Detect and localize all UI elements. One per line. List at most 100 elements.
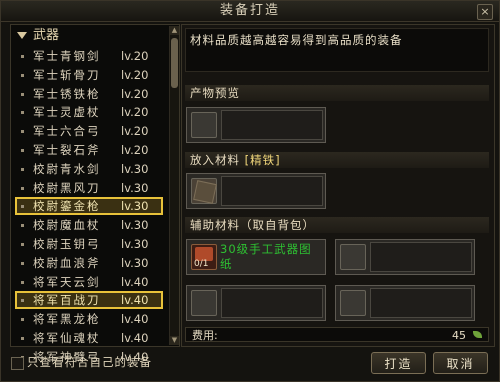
item-level: lv.30 <box>121 237 149 251</box>
list-item[interactable]: 将军仙魂杖 lv.40 <box>15 329 163 347</box>
bullet-icon <box>21 243 24 246</box>
item-level: lv.20 <box>121 67 149 82</box>
item-level: lv.40 <box>121 293 149 308</box>
list-item[interactable]: 校尉血浪斧 lv.30 <box>15 254 163 272</box>
item-name: 校尉青水剑 <box>33 161 101 176</box>
aux-slot-2[interactable] <box>335 239 475 275</box>
item-name: 军士青钢剑 <box>33 49 101 63</box>
item-level: lv.40 <box>121 331 149 345</box>
bullet-icon <box>21 149 24 152</box>
aux-item-count: 0/1 <box>194 259 209 269</box>
item-level: lv.30 <box>121 180 149 195</box>
list-item[interactable]: 校尉黑风刀 lv.30 <box>15 179 163 197</box>
aux-slot-3[interactable] <box>186 285 326 321</box>
filter-checkbox-label[interactable]: 只查看符合自己的装备 <box>27 354 152 370</box>
list-item[interactable]: 校尉青水剑 lv.30 <box>15 160 163 178</box>
craft-panel: 材料品质越高越容易得到高品质的装备 产物预览 放入材料 [精铁] 辅助材料（取自… <box>181 24 495 347</box>
item-name: 将军天云剑 <box>33 274 101 289</box>
scroll-up-icon[interactable]: ▲ <box>170 26 179 35</box>
scroll-down-icon[interactable]: ▼ <box>170 336 179 345</box>
item-name: 校尉玉钥弓 <box>33 237 101 251</box>
list-item[interactable]: 将军天云剑 lv.40 <box>15 273 163 291</box>
leaf-icon <box>473 331 482 338</box>
item-name: 军士裂石斧 <box>33 143 101 157</box>
material-slot[interactable] <box>186 173 326 209</box>
list-item[interactable]: 军士青钢剑 lv.20 <box>15 47 163 65</box>
input-material-label: 放入材料 <box>190 153 240 167</box>
close-icon[interactable]: × <box>477 4 493 20</box>
item-level: lv.20 <box>121 105 149 120</box>
equipment-list: 武器 军士青钢剑 lv.20 军士斩骨刀 lv.20 军士锈铁枪 lv.20 军士灵虚杖 lv… <box>10 24 180 364</box>
bullet-icon <box>21 280 24 284</box>
list-item[interactable]: 校尉玉钥弓 lv.30 <box>15 235 163 253</box>
bullet-icon <box>21 299 24 303</box>
iron-ore-icon <box>191 178 217 204</box>
filter-checkbox[interactable] <box>11 357 24 370</box>
cost-bar: 费用: 45 <box>185 327 489 342</box>
item-name: 军士锈铁枪 <box>33 86 101 101</box>
list-item[interactable]: 军士裂石斧 lv.20 <box>15 141 163 159</box>
list-item[interactable]: 校尉鎏金枪 lv.30 <box>15 197 163 216</box>
item-name: 校尉血浪斧 <box>33 255 101 270</box>
bullet-icon <box>21 261 24 265</box>
product-slot[interactable] <box>186 107 326 143</box>
cost-value: 45 <box>452 329 466 342</box>
item-level: lv.30 <box>121 161 149 176</box>
item-level: lv.40 <box>121 312 149 327</box>
item-level: lv.30 <box>121 199 149 214</box>
bullet-icon <box>21 186 24 190</box>
list-item[interactable]: 军士六合弓 lv.20 <box>15 122 163 140</box>
list-scrollbar[interactable]: ▲ ▼ <box>169 26 179 345</box>
cancel-button[interactable]: 取消 <box>433 352 488 374</box>
item-name: 军士斩骨刀 <box>33 67 101 82</box>
item-name: 校尉黑风刀 <box>33 180 101 195</box>
item-name: 将军百战刀 <box>33 293 101 308</box>
item-name: 将军黑龙枪 <box>33 312 101 327</box>
bullet-icon <box>21 111 24 115</box>
bullet-icon <box>21 73 24 77</box>
item-name: 将军仙魂杖 <box>33 331 101 345</box>
list-item[interactable]: 军士锈铁枪 lv.20 <box>15 85 163 103</box>
item-name: 军士灵虚杖 <box>33 105 101 120</box>
item-level: lv.30 <box>121 255 149 270</box>
aux-field-4 <box>370 288 472 318</box>
item-name: 校尉鎏金枪 <box>33 199 101 214</box>
aux-field-2 <box>370 242 472 272</box>
bullet-icon <box>21 224 24 228</box>
scroll-thumb[interactable] <box>171 38 178 88</box>
section-aux-material: 辅助材料（取自背包） <box>185 217 489 233</box>
description-text: 材料品质越高越容易得到高品质的装备 <box>185 28 489 72</box>
aux-slot-4[interactable] <box>335 285 475 321</box>
blueprint-scroll-icon: 0/1 <box>191 244 217 270</box>
crafting-window: 装备打造 × 武器 军士青钢剑 lv.20 军士斩骨刀 lv.20 军士锈铁枪 lv.20… <box>0 0 500 382</box>
list-item[interactable]: 将军黑龙枪 lv.40 <box>15 310 163 328</box>
section-input-material: 放入材料 [精铁] <box>185 152 489 168</box>
craft-button[interactable]: 打造 <box>371 352 426 374</box>
product-field <box>221 110 323 140</box>
section-product-preview: 产物预览 <box>185 85 489 101</box>
list-item[interactable]: 校尉魔血杖 lv.30 <box>15 216 163 234</box>
empty-slot-icon <box>340 290 366 316</box>
aux-slot-1[interactable]: 0/1 30级手工武器图纸 <box>186 239 326 275</box>
item-name: 军士六合弓 <box>33 124 101 139</box>
window-title: 装备打造 <box>1 1 499 22</box>
bullet-icon <box>21 55 24 58</box>
bullet-icon <box>21 92 24 96</box>
triangle-down-icon <box>17 32 27 39</box>
bullet-icon <box>21 318 24 322</box>
aux-field-3 <box>221 288 323 318</box>
item-level: lv.40 <box>121 274 149 289</box>
item-level: lv.20 <box>121 49 149 63</box>
list-item[interactable]: 军士灵虚杖 lv.20 <box>15 103 163 121</box>
list-item[interactable]: 军士斩骨刀 lv.20 <box>15 66 163 84</box>
item-level: lv.20 <box>121 143 149 157</box>
material-field <box>221 176 323 206</box>
empty-slot-icon <box>340 244 366 270</box>
category-label: 武器 <box>33 28 60 43</box>
category-weapon[interactable]: 武器 <box>17 28 167 44</box>
item-level: lv.20 <box>121 124 149 139</box>
empty-slot-icon <box>191 290 217 316</box>
bullet-icon <box>21 205 24 209</box>
item-level: lv.30 <box>121 218 149 233</box>
list-item[interactable]: 将军百战刀 lv.40 <box>15 291 163 310</box>
